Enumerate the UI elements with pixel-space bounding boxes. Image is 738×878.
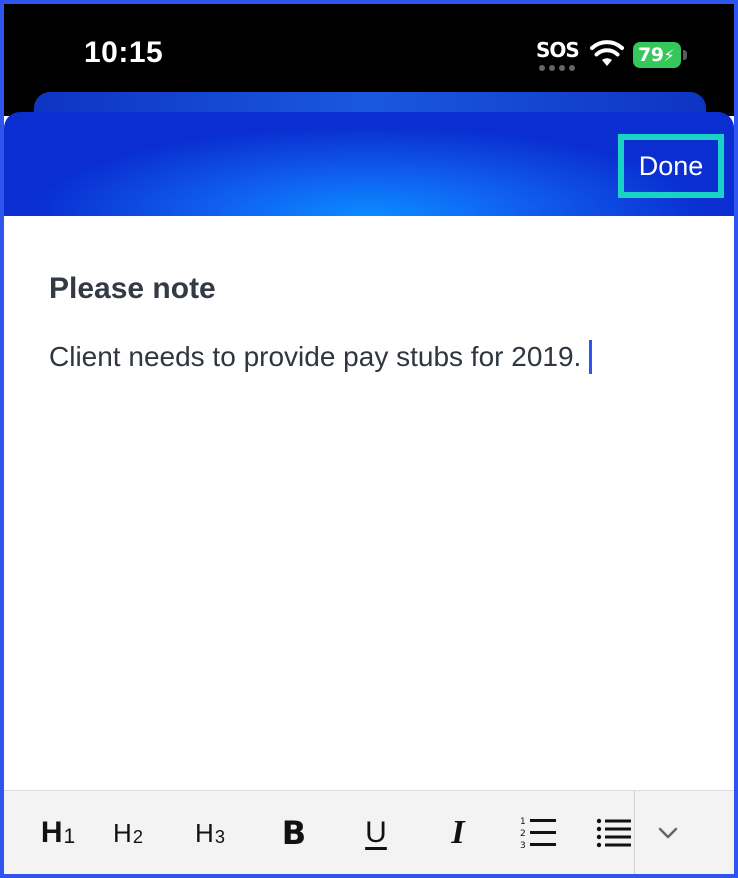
signal-dots <box>539 65 575 71</box>
battery-level: 79 <box>638 44 664 66</box>
app-frame: 10:15 SOS 79⚡ Done Please note Client ne… <box>0 0 738 878</box>
note-editor[interactable]: Please note Client needs to provide pay … <box>4 216 734 790</box>
heading-3-level: 3 <box>214 826 225 847</box>
numbered-list-button[interactable]: 1 2 3 <box>514 801 562 865</box>
chevron-down-icon <box>658 827 678 839</box>
status-time: 10:15 <box>84 36 164 69</box>
bold-button[interactable]: B <box>272 801 316 865</box>
toolbar-divider <box>634 791 635 874</box>
editor-header: Done <box>4 112 734 216</box>
bulleted-list-icon <box>596 818 631 848</box>
numbered-list-icon: 1 2 3 <box>520 817 556 851</box>
underline-button[interactable]: U <box>354 801 398 865</box>
heading-1-letter: H <box>40 816 63 849</box>
text-cursor <box>589 340 593 374</box>
done-button[interactable]: Done <box>618 134 724 198</box>
collapse-toolbar-button[interactable] <box>646 801 690 865</box>
note-body-line[interactable]: Client needs to provide pay stubs for 20… <box>49 340 593 374</box>
formatting-toolbar: H1 H2 H3 B U I 1 2 3 <box>4 790 734 874</box>
battery-charging-icon: 79⚡ <box>633 42 687 68</box>
heading-2-level: 2 <box>132 826 143 847</box>
wifi-icon <box>590 40 624 66</box>
sos-indicator: SOS <box>536 38 580 74</box>
svg-text:2: 2 <box>520 829 526 839</box>
italic-button[interactable]: I <box>436 801 480 865</box>
sos-label: SOS <box>536 38 580 62</box>
svg-text:3: 3 <box>520 841 526 851</box>
note-title[interactable]: Please note <box>49 272 216 306</box>
svg-text:1: 1 <box>520 817 526 827</box>
heading-3-button[interactable]: H3 <box>186 801 234 865</box>
heading-2-button[interactable]: H2 <box>104 801 152 865</box>
heading-1-button[interactable]: H1 <box>32 801 84 865</box>
heading-3-letter: H <box>195 817 214 848</box>
note-body-text[interactable]: Client needs to provide pay stubs for 20… <box>49 341 581 372</box>
bulleted-list-button[interactable] <box>590 801 638 865</box>
heading-2-letter: H <box>113 817 132 848</box>
heading-1-level: 1 <box>63 825 76 848</box>
